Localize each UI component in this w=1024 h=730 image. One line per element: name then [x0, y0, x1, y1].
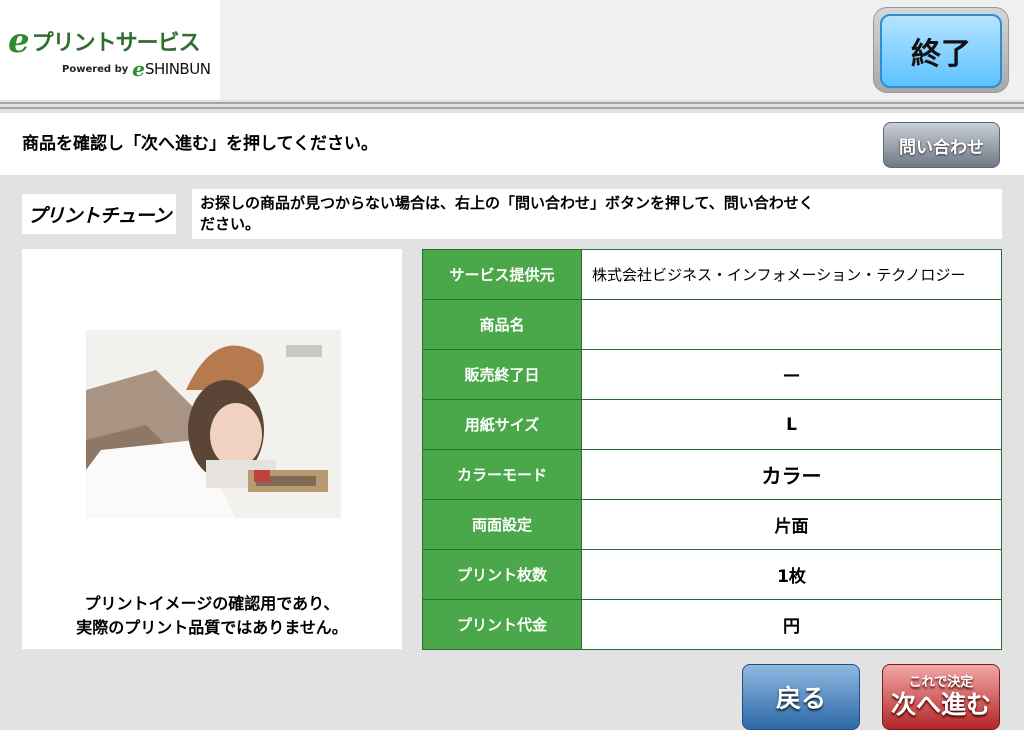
notice-box: お探しの商品が見つからない場合は、右上の「問い合わせ」ボタンを押して、問い合わせ…	[192, 189, 1002, 239]
row-value: —	[581, 349, 1002, 400]
logo-e-mark: e	[8, 21, 30, 61]
row-value: 株式会社ビジネス・インフォメーション・テクノロジー	[581, 249, 1002, 300]
logo-text: プリントサービス	[31, 31, 201, 56]
table-row: サービス提供元 株式会社ビジネス・インフォメーション・テクノロジー	[422, 249, 1002, 300]
divider-line	[0, 102, 1024, 104]
notice-line: ださい。	[200, 215, 261, 233]
row-value: 片面	[581, 499, 1002, 550]
product-details-table: サービス提供元 株式会社ビジネス・インフォメーション・テクノロジー 商品名 販売…	[422, 249, 1002, 650]
row-value: L	[581, 399, 1002, 450]
table-row: プリント枚数 1枚	[422, 549, 1002, 600]
preview-caption: プリントイメージの確認用であり、 実際のプリント品質ではありません。	[22, 592, 402, 640]
table-row: 商品名	[422, 299, 1002, 350]
row-value: 1枚	[581, 549, 1002, 600]
logo-subtitle: Powered by e SHINBUN	[62, 57, 211, 81]
print-preview-panel: プリントイメージの確認用であり、 実際のプリント品質ではありません。	[22, 249, 402, 649]
instruction-text: 商品を確認し「次へ進む」を押してください。	[22, 134, 378, 154]
back-button[interactable]: 戻る	[742, 664, 860, 730]
table-row: 両面設定 片面	[422, 499, 1002, 550]
row-label: 用紙サイズ	[422, 399, 582, 450]
row-label: 商品名	[422, 299, 582, 350]
next-button[interactable]: これで決定 次へ進む	[882, 664, 1000, 730]
eprint-service-logo: e プリントサービス Powered by e SHINBUN	[0, 0, 220, 100]
print-tune-logo: プリントチューン	[22, 194, 176, 234]
logo-powered-by: Powered by	[62, 63, 129, 75]
end-button-label[interactable]: 終了	[880, 14, 1002, 88]
caption-line: 実際のプリント品質ではありません。	[76, 618, 348, 637]
row-label: プリント枚数	[422, 549, 582, 600]
logo-title: e プリントサービス	[8, 21, 201, 61]
row-label: カラーモード	[422, 449, 582, 500]
header: e プリントサービス Powered by e SHINBUN 終了	[0, 0, 1024, 100]
table-row: 販売終了日 —	[422, 349, 1002, 400]
next-button-caption: これで決定	[908, 674, 974, 690]
row-label: プリント代金	[422, 599, 582, 650]
caption-line: プリントイメージの確認用であり、	[84, 594, 340, 613]
row-label: サービス提供元	[422, 249, 582, 300]
table-row: 用紙サイズ L	[422, 399, 1002, 450]
notice-line: お探しの商品が見つからない場合は、右上の「問い合わせ」ボタンを押して、問い合わせ…	[200, 194, 814, 212]
table-row: カラーモード カラー	[422, 449, 1002, 500]
row-label: 両面設定	[422, 499, 582, 550]
inquiry-button[interactable]: 問い合わせ	[883, 122, 1000, 168]
preview-image	[86, 330, 341, 518]
next-button-label: 次へ進む	[890, 689, 991, 719]
preview-photo-graphic	[86, 330, 341, 518]
row-value	[581, 299, 1002, 350]
row-label: 販売終了日	[422, 349, 582, 400]
end-button[interactable]: 終了	[873, 7, 1009, 93]
divider-line	[0, 107, 1024, 109]
logo-shinbun: SHINBUN	[144, 60, 211, 78]
logo-e-mark-small: e	[132, 57, 145, 81]
row-value: 円	[581, 599, 1002, 650]
row-value: カラー	[581, 449, 1002, 500]
table-row: プリント代金 円	[422, 599, 1002, 650]
instruction-bar: 商品を確認し「次へ進む」を押してください。 問い合わせ	[0, 113, 1024, 175]
